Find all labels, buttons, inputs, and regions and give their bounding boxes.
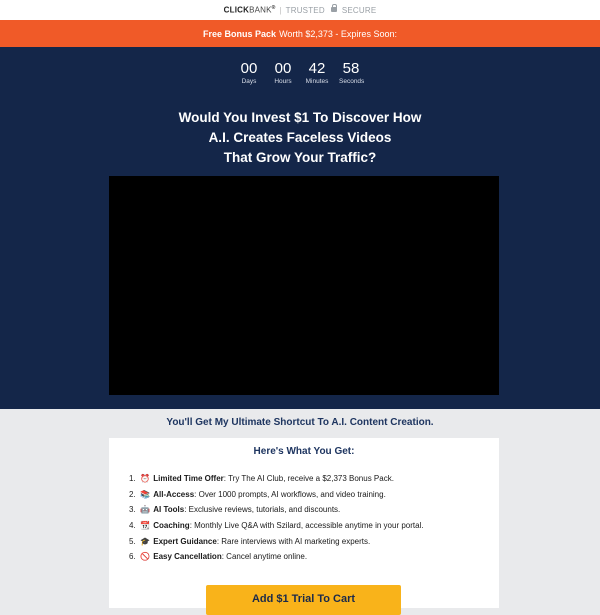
item-bold: All-Access	[153, 489, 195, 499]
countdown-label: Seconds	[339, 78, 365, 85]
item-bold: Expert Guidance	[153, 536, 217, 546]
list-item: 6. 🚫 Easy Cancellation: Cancel anytime on…	[129, 549, 499, 565]
headline-line: That Grow Your Traffic?	[223, 150, 377, 165]
item-number: 5.	[129, 536, 136, 546]
item-bold: Coaching	[153, 521, 190, 531]
headline-line: A.I. Creates Faceless Videos	[208, 130, 392, 145]
bonus-banner-text: Worth $2,373 - Expires Soon:	[279, 28, 397, 39]
countdown-value: 58	[342, 60, 360, 77]
books-icon: 📚	[140, 489, 150, 499]
item-text: : Exclusive reviews, tutorials, and disc…	[184, 505, 341, 515]
benefits-title: Here's What You Get:	[253, 446, 355, 457]
section-subheading: You'll Get My Ultimate Shortcut To A.I. …	[166, 417, 434, 428]
benefits-card: Here's What You Get: 1. ⏰ Limited Time Of…	[109, 438, 499, 608]
item-text: : Cancel anytime online.	[221, 552, 308, 562]
prohibited-icon: 🚫	[140, 552, 150, 562]
countdown-value: 42	[308, 60, 326, 77]
list-item: 1. ⏰ Limited Time Offer: Try The AI Club,…	[129, 471, 499, 487]
item-text: : Rare interviews with AI marketing expe…	[216, 536, 371, 546]
lock-icon	[330, 4, 337, 13]
countdown-hours: 00 Hours	[271, 61, 295, 86]
item-number: 2.	[129, 489, 136, 499]
countdown-label: Days	[241, 78, 257, 85]
alarm-clock-icon: ⏰	[140, 474, 150, 483]
graduation-cap-icon: 🎓	[140, 536, 150, 546]
calendar-icon: 📆	[140, 521, 150, 531]
list-item: 5. 🎓 Expert Guidance: Rare interviews wit…	[129, 534, 499, 550]
bonus-banner-bold: Free Bonus Pack	[203, 28, 277, 39]
countdown-seconds: 58 Seconds	[339, 60, 365, 86]
item-bold: AI Tools	[153, 505, 185, 515]
item-number: 3.	[129, 505, 136, 515]
item-text: : Over 1000 prompts, AI workflows, and v…	[194, 489, 386, 499]
countdown-value: 00	[274, 60, 292, 77]
item-text: : Monthly Live Q&A with Szilard, accessi…	[189, 521, 424, 531]
countdown-days: 00 Days	[237, 61, 261, 86]
page-headline: Would You Invest $1 To Discover How A.I.…	[0, 108, 600, 168]
list-item: 3. 🤖 AI Tools: Exclusive reviews, tutoria…	[129, 502, 499, 518]
benefits-list: 1. ⏰ Limited Time Offer: Try The AI Club,…	[129, 471, 499, 565]
clickbank-logo: CLICKBANK®	[223, 5, 276, 15]
countdown-minutes: 42 Minutes	[305, 61, 329, 86]
countdown-value: 00	[240, 60, 258, 77]
countdown-label: Hours	[274, 78, 292, 85]
item-number: 1.	[129, 474, 136, 483]
item-bold: Easy Cancellation	[153, 552, 222, 562]
list-item: 4. 📆 Coaching: Monthly Live Q&A with Szil…	[129, 518, 499, 534]
trust-separator: |	[279, 5, 282, 15]
bonus-banner: Free Bonus Pack Worth $2,373 - Expires S…	[0, 20, 600, 47]
add-to-cart-button[interactable]: Add $1 Trial To Cart	[206, 585, 401, 615]
trusted-label: TRUSTED	[285, 5, 325, 15]
item-bold: Limited Time Offer	[153, 474, 224, 483]
video-player[interactable]	[109, 176, 499, 395]
clickbank-trust-bar: CLICKBANK® | TRUSTED SECURE	[0, 0, 600, 20]
headline-line: Would You Invest $1 To Discover How	[178, 110, 422, 125]
item-text: : Try The AI Club, receive a $2,373 Bonu…	[223, 474, 394, 483]
countdown-timer: 00 Days 00 Hours 42 Minutes 58 Seconds	[0, 47, 600, 86]
list-item: 2. 📚 All-Access: Over 1000 prompts, AI wo…	[129, 487, 499, 503]
item-number: 4.	[129, 521, 136, 531]
countdown-label: Minutes	[305, 78, 329, 85]
hero-section: 00 Days 00 Hours 42 Minutes 58 Seconds W…	[0, 47, 600, 409]
robot-icon: 🤖	[140, 505, 150, 515]
item-number: 6.	[129, 552, 136, 562]
secure-label: SECURE	[341, 5, 377, 15]
